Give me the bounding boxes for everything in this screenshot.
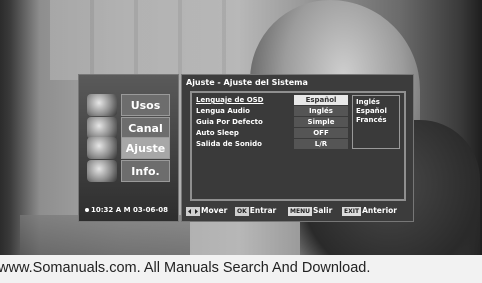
hint-back-label: Anterior — [362, 206, 397, 215]
setting-value: L/R — [314, 140, 328, 148]
setting-row-sound-output[interactable]: Salida de Sonido L/R — [194, 139, 348, 149]
watermark-text: www.Somanuals.com. All Manuals Search An… — [0, 260, 371, 276]
info-icon — [87, 160, 117, 182]
setting-value: OFF — [313, 129, 329, 137]
hint-exit-label: Salir — [312, 206, 333, 215]
hint-move-label: Mover — [201, 206, 228, 215]
satellite-dish-icon — [87, 117, 117, 139]
background-wall — [50, 0, 240, 80]
nav-label-canal[interactable]: Canal — [121, 117, 170, 139]
hint-enter: OK Entrar — [235, 206, 276, 216]
setting-label: Guia Por Defecto — [196, 118, 263, 126]
hint-exit: MENU Salir — [288, 206, 332, 216]
language-options-list: Inglés Español Francés — [352, 95, 400, 149]
osd-menu: Usos Canal Ajuste Info. 10:32 A M 03-06-… — [78, 74, 414, 222]
menu-key-icon: MENU — [288, 206, 312, 216]
option-ingles[interactable]: Inglés — [356, 98, 380, 106]
clock-text: 10:32 A M 03-06-08 — [91, 206, 169, 214]
nav-label-ajuste[interactable]: Ajuste — [121, 137, 170, 159]
move-arrows-icon — [186, 206, 200, 216]
setting-label: Lengua Audio — [196, 107, 250, 115]
setting-value: Simple — [307, 118, 335, 126]
settings-list: Lenguaje de OSD Español Lengua Audio Ing… — [190, 91, 406, 201]
nav-item-usos[interactable]: Usos — [83, 94, 176, 116]
option-frances[interactable]: Francés — [356, 116, 387, 124]
setting-label: Auto Sleep — [196, 129, 239, 137]
ok-key-icon: OK — [235, 206, 249, 216]
hint-back: EXIT Anterior — [342, 206, 397, 216]
setting-row-osd-language[interactable]: Lenguaje de OSD Español — [194, 95, 348, 105]
nav-panel: Usos Canal Ajuste Info. 10:32 A M 03-06-… — [78, 74, 179, 222]
clock: 10:32 A M 03-06-08 — [85, 206, 168, 214]
nav-item-ajuste[interactable]: Ajuste — [83, 137, 176, 159]
nav-label-usos[interactable]: Usos — [121, 94, 170, 116]
option-espanol[interactable]: Español — [356, 107, 387, 115]
setting-label: Salida de Sonido — [196, 140, 262, 148]
hint-move: Mover — [186, 206, 227, 216]
exit-key-icon: EXIT — [342, 206, 362, 216]
settings-icon — [87, 137, 117, 159]
setting-row-default-guide[interactable]: Guia Por Defecto Simple — [194, 117, 348, 127]
watermark-bar: www.Somanuals.com. All Manuals Search An… — [0, 255, 482, 283]
nav-label-info[interactable]: Info. — [121, 160, 170, 182]
setting-row-audio-language[interactable]: Lengua Audio Inglés — [194, 106, 348, 116]
clock-bullet-icon — [85, 208, 89, 212]
menu-title: Ajuste - Ajuste del Sistema — [186, 78, 308, 87]
nav-item-canal[interactable]: Canal — [83, 117, 176, 139]
globe-icon — [87, 94, 117, 116]
setting-label: Lenguaje de OSD — [196, 96, 264, 104]
setting-value: Inglés — [309, 107, 333, 115]
setting-value: Español — [305, 96, 337, 104]
nav-item-info[interactable]: Info. — [83, 160, 176, 182]
hint-enter-label: Entrar — [249, 206, 277, 215]
setting-row-auto-sleep[interactable]: Auto Sleep OFF — [194, 128, 348, 138]
settings-panel: Ajuste - Ajuste del Sistema Lenguaje de … — [181, 74, 414, 222]
